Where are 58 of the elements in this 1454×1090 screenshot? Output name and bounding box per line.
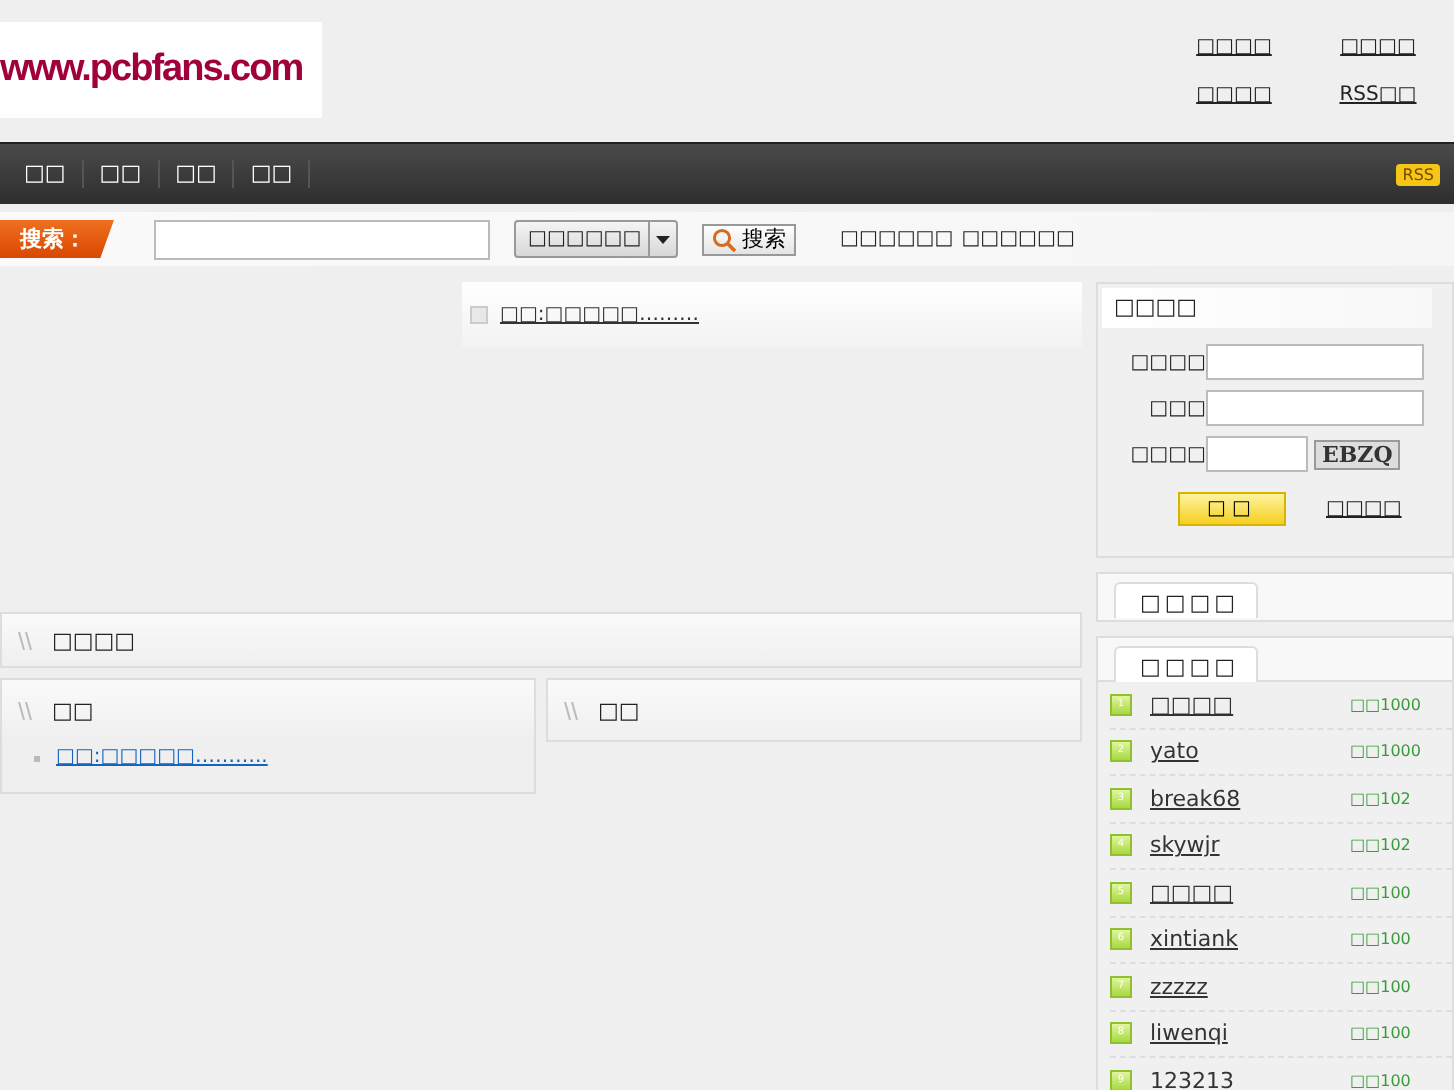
search-hint[interactable]: □□□□□□ [961, 228, 1075, 250]
points-text: □□100 [1350, 1071, 1413, 1090]
field-label: □□□□ [1128, 351, 1206, 373]
section-title: □□□□ [52, 627, 136, 653]
panel-tab[interactable]: □□□□ [1114, 646, 1258, 682]
points-text: □□1000 [1350, 695, 1423, 714]
bullet-icon [34, 755, 40, 761]
register-link[interactable]: □□□□ [1326, 498, 1402, 520]
search-field[interactable] [154, 219, 490, 259]
caret-icon [656, 235, 670, 243]
user-link[interactable]: skywjr [1150, 832, 1220, 859]
panel-title: □□ [598, 697, 640, 723]
nav-link[interactable]: □□ [8, 160, 84, 188]
panel-title: □□□□ [1102, 288, 1432, 328]
nav-link[interactable]: □□ [159, 160, 235, 188]
article-link[interactable]: □□:□□□□□……….. [56, 740, 268, 776]
search-button[interactable]: 搜索 [702, 223, 796, 255]
user-link[interactable]: zzzzz [1150, 973, 1208, 1000]
panel-title: □□ [52, 697, 94, 723]
user-link[interactable]: xintiank [1150, 926, 1238, 953]
header-link[interactable]: □□□□ [1306, 32, 1450, 64]
points-text: □□102 [1350, 789, 1413, 808]
slash-icon [18, 701, 32, 719]
login-button[interactable]: □□ [1178, 492, 1286, 526]
user-link[interactable]: yato [1150, 738, 1199, 765]
points-text: □□102 [1350, 836, 1413, 855]
field-label: □□□□ [1128, 443, 1206, 465]
user-link[interactable]: □□□□ [1150, 691, 1234, 718]
captcha-image: EBZQ [1314, 439, 1401, 469]
points-text: □□100 [1350, 1024, 1413, 1043]
site-logo[interactable]: www.pcbfans.com [0, 22, 322, 118]
slash-icon [564, 701, 578, 719]
search-label: 搜索： [0, 220, 114, 258]
nav-link[interactable]: □□ [234, 160, 311, 188]
header-link[interactable]: RSS□□ [1306, 80, 1450, 112]
points-text: □□100 [1350, 930, 1413, 949]
header-link[interactable]: □□□□ [1162, 80, 1306, 112]
search-hint[interactable]: □□□□□□ [840, 228, 954, 250]
slash-icon [18, 631, 32, 649]
points-text: □□1000 [1350, 742, 1423, 761]
user-link[interactable]: break68 [1150, 785, 1241, 812]
points-text: □□100 [1350, 883, 1413, 902]
nav-link[interactable]: □□ [83, 160, 160, 188]
field-label: □□□ [1147, 397, 1206, 419]
rss-badge[interactable]: RSS [1396, 163, 1440, 185]
header-link[interactable]: □□□□ [1162, 32, 1306, 64]
search-icon [712, 227, 736, 251]
scope-dropdown[interactable]: □□□□□□ [514, 220, 678, 258]
user-link[interactable]: □□□□ [1150, 879, 1234, 906]
password-field[interactable] [1206, 390, 1424, 426]
captcha-field[interactable] [1206, 436, 1308, 472]
username-field[interactable] [1206, 344, 1424, 380]
user-link[interactable]: 123213 [1150, 1067, 1234, 1090]
points-text: □□100 [1350, 977, 1413, 996]
panel-tab[interactable]: □□□□ [1114, 582, 1258, 618]
notice-link[interactable]: □□:□□□□□……… [500, 304, 700, 326]
notice-icon [470, 306, 488, 324]
user-link[interactable]: liwenqi [1150, 1020, 1228, 1047]
